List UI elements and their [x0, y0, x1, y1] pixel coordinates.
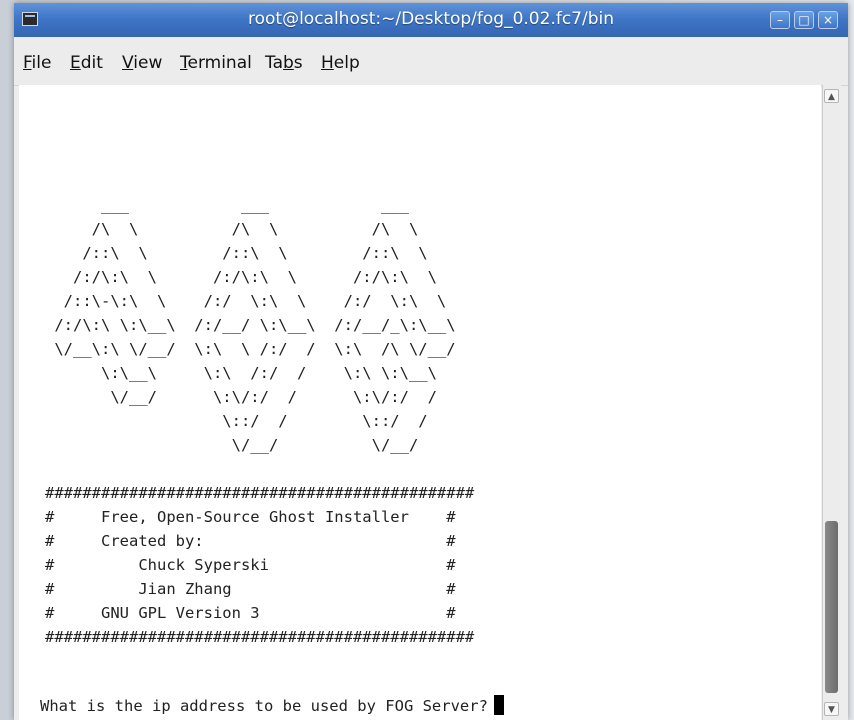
terminal-prompt[interactable]: What is the ip address to be used by FOG… [40, 695, 504, 715]
menu-tabs[interactable]: Tabs [265, 53, 303, 73]
minimize-button[interactable]: – [770, 11, 790, 29]
menu-view-mnemonic: V [122, 53, 134, 73]
scroll-up-arrow-icon[interactable]: ▲ [824, 89, 839, 103]
menu-view-label: iew [133, 53, 163, 73]
title-bar[interactable]: root@localhost:~/Desktop/fog_0.02.fc7/bi… [14, 3, 848, 38]
menu-file[interactable]: File [23, 53, 51, 73]
menu-tabs-label: s [293, 53, 303, 73]
scroll-thumb[interactable] [825, 521, 838, 693]
terminal-area[interactable]: ___ ___ ___ /\ \ /\ \ /\ \ /::\ \ /::\ \… [19, 85, 821, 720]
menu-tabs-mnemonic: b [283, 53, 294, 73]
menu-terminal-label: erminal [187, 53, 252, 73]
text-cursor [493, 695, 504, 715]
menu-help[interactable]: Help [321, 53, 360, 73]
close-button[interactable]: × [818, 11, 838, 29]
menu-terminal[interactable]: Terminal [180, 53, 252, 73]
prompt-text: What is the ip address to be used by FOG… [40, 697, 488, 715]
menu-edit[interactable]: Edit [70, 53, 103, 73]
terminal-output: ___ ___ ___ /\ \ /\ \ /\ \ /::\ \ /::\ \… [45, 196, 475, 646]
menu-file-mnemonic: F [23, 53, 32, 73]
scroll-down-arrow-icon[interactable]: ▼ [824, 702, 839, 716]
menu-edit-label: dit [80, 53, 103, 73]
menu-file-label: ile [31, 53, 52, 73]
menu-edit-mnemonic: E [70, 53, 81, 73]
menu-help-label: elp [333, 53, 360, 73]
terminal-window: root@localhost:~/Desktop/fog_0.02.fc7/bi… [14, 3, 848, 720]
window-title: root@localhost:~/Desktop/fog_0.02.fc7/bi… [247, 9, 615, 29]
menu-terminal-mnemonic: T [180, 53, 188, 73]
maximize-button[interactable]: □ [794, 11, 814, 29]
vertical-scrollbar[interactable]: ▲ ▼ [822, 85, 841, 720]
menu-help-mnemonic: H [321, 53, 334, 73]
menu-tabs-prefix: Ta [265, 53, 283, 73]
menu-view[interactable]: View [122, 53, 162, 73]
menu-bar: File Edit View Terminal Tabs Help [14, 37, 848, 86]
